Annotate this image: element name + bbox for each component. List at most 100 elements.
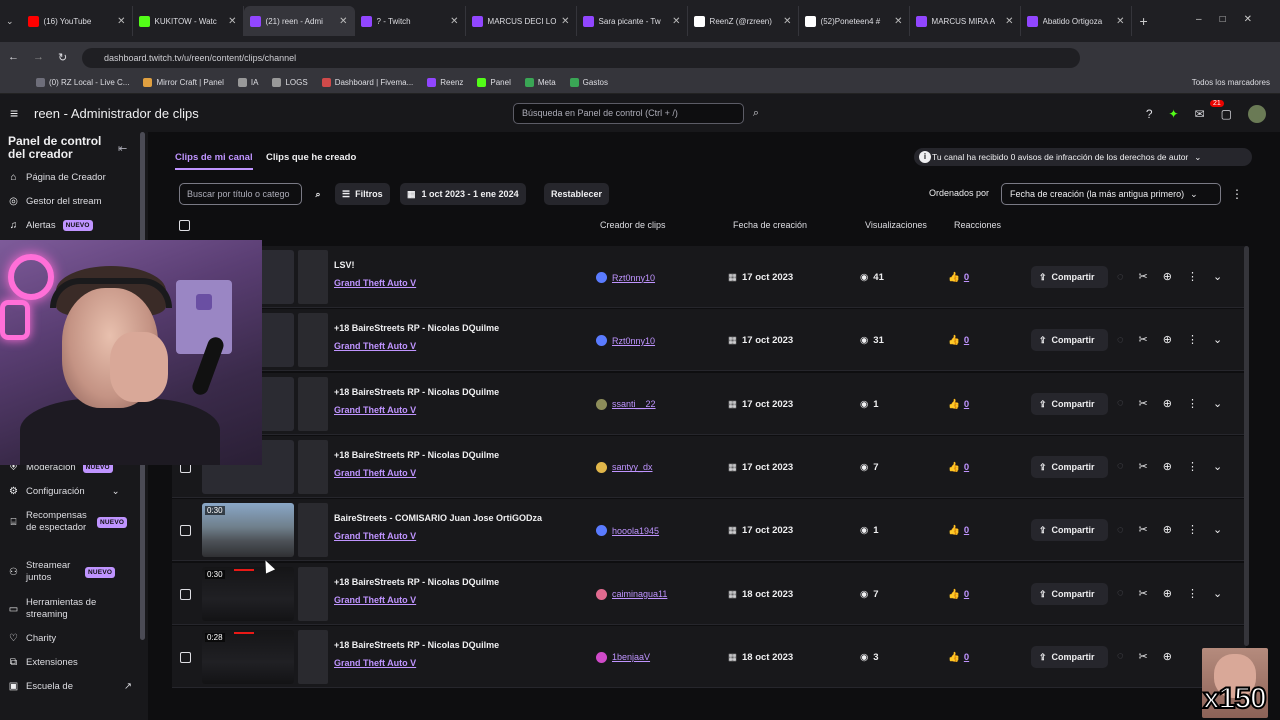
sidebar-item-charity[interactable]: ♡ Charity xyxy=(8,633,56,644)
search-icon[interactable]: ⌕ xyxy=(745,103,767,124)
bookmark-item[interactable]: Dashboard | Fivema... xyxy=(321,78,413,87)
more-options-icon[interactable]: ⋮ xyxy=(1231,187,1243,201)
clip-reactions[interactable]: 👍 0 xyxy=(948,525,969,536)
chevron-down-icon[interactable]: ⌄ xyxy=(1213,333,1222,346)
dashboard-search-input[interactable]: Búsqueda en Panel de control (Ctrl + /) xyxy=(513,103,744,124)
clip-reactions[interactable]: 👍 0 xyxy=(948,462,969,473)
column-header-date[interactable]: Fecha de creación xyxy=(733,220,807,230)
clip-reactions[interactable]: 👍 0 xyxy=(948,399,969,410)
forward-icon[interactable]: → xyxy=(33,51,44,63)
table-row[interactable]: +18 BaireStreets RP - Nicolas DQuilme Gra… xyxy=(172,372,1246,435)
row-checkbox[interactable] xyxy=(180,525,191,537)
plus-circle-icon[interactable]: ⊕ xyxy=(1163,270,1172,283)
scissors-icon[interactable]: ✂ xyxy=(1139,333,1148,346)
close-icon[interactable]: ✕ xyxy=(672,16,680,27)
bookmark-item[interactable]: Reenz xyxy=(427,78,463,87)
close-icon[interactable]: ✕ xyxy=(450,16,458,27)
menu-icon[interactable]: ≡ xyxy=(10,105,24,121)
select-all-checkbox[interactable] xyxy=(179,220,190,231)
reload-icon[interactable]: ↻ xyxy=(58,51,67,64)
plus-circle-icon[interactable]: ⊕ xyxy=(1163,587,1172,600)
browser-tab[interactable]: Sara picante - Tw ✕ xyxy=(577,6,688,36)
column-header-creator[interactable]: Creador de clips xyxy=(600,220,666,230)
close-icon[interactable]: ✕ xyxy=(117,16,125,27)
scissors-icon[interactable]: ✂ xyxy=(1139,397,1148,410)
back-icon[interactable]: ← xyxy=(8,51,19,63)
table-row[interactable]: 0:28 +18 BaireStreets RP - Nicolas DQuilm… xyxy=(172,625,1246,688)
reset-button[interactable]: Restablecer xyxy=(544,183,610,205)
bookmark-item[interactable]: (0) RZ Local - Live C... xyxy=(36,78,129,87)
table-scrollbar[interactable] xyxy=(1244,246,1249,646)
clip-creator[interactable]: caiminagua11 xyxy=(596,588,667,600)
date-range-button[interactable]: ▦ 1 oct 2023 - 1 ene 2024 xyxy=(400,183,526,205)
clip-title[interactable]: BaireStreets - COMISARIO Juan Jose OrtiG… xyxy=(334,513,542,523)
share-button[interactable]: ⇪ Compartir xyxy=(1031,519,1108,542)
chevron-down-icon[interactable]: ⌄ xyxy=(1213,460,1222,473)
column-header-reactions[interactable]: Reacciones xyxy=(954,220,1001,230)
bookmark-item[interactable]: Meta xyxy=(524,78,556,87)
table-row[interactable]: 0:30 +18 BaireStreets RP - Nicolas DQuilm… xyxy=(172,562,1246,625)
more-options-icon[interactable]: ⋮ xyxy=(1187,587,1198,600)
more-options-icon[interactable]: ⋮ xyxy=(1187,333,1198,346)
chevron-down-icon[interactable]: ⌄ xyxy=(1213,523,1222,536)
tab-my-channel-clips[interactable]: Clips de mi canal xyxy=(175,152,253,170)
scissors-icon[interactable]: ✂ xyxy=(1139,650,1148,663)
chevron-down-icon[interactable]: ⌄ xyxy=(1213,587,1222,600)
clip-thumbnail[interactable]: 0:28 xyxy=(202,629,294,684)
clip-reactions[interactable]: 👍 0 xyxy=(948,589,969,600)
chat-icon[interactable]: ▢ xyxy=(1221,107,1232,121)
close-icon[interactable]: ✕ xyxy=(1005,16,1013,27)
filters-button[interactable]: ☰ Filtros xyxy=(335,183,390,205)
clip-title[interactable]: +18 BaireStreets RP - Nicolas DQuilme xyxy=(334,640,499,650)
share-button[interactable]: ⇪ Compartir xyxy=(1031,392,1108,415)
table-row[interactable]: +18 BaireStreets RP - Nicolas DQuilme Gra… xyxy=(172,309,1246,372)
help-icon[interactable]: ? xyxy=(1146,107,1153,121)
close-icon[interactable]: ✕ xyxy=(894,16,902,27)
bookmark-item[interactable]: Panel xyxy=(477,78,511,87)
copyright-notice[interactable]: i Tu canal ha recibido 0 avisos de infrac… xyxy=(914,148,1252,166)
clip-creator[interactable]: santyy_dx xyxy=(596,461,653,473)
plus-circle-icon[interactable]: ⊕ xyxy=(1163,333,1172,346)
sidebar-item-stream-manager[interactable]: ◎ Gestor del stream xyxy=(8,196,101,207)
clip-title[interactable]: +18 BaireStreets RP - Nicolas DQuilme xyxy=(334,450,499,460)
sidebar-item-streaming-tools[interactable]: ▭ Herramientas de streaming xyxy=(8,597,112,621)
more-options-icon[interactable]: ⋮ xyxy=(1187,397,1198,410)
browser-tab[interactable]: MARCUS DECI LO ✕ xyxy=(466,6,577,36)
plus-circle-icon[interactable]: ⊕ xyxy=(1163,650,1172,663)
clip-thumbnail[interactable]: 0:30 xyxy=(202,503,294,558)
plus-circle-icon[interactable]: ⊕ xyxy=(1163,397,1172,410)
chevron-down-icon[interactable]: ⌄ xyxy=(1213,270,1222,283)
browser-tab[interactable]: ReenZ (@rzreen) ✕ xyxy=(688,6,799,36)
browser-tab[interactable]: (16) YouTube ✕ xyxy=(22,6,133,36)
column-header-views[interactable]: Visualizaciones xyxy=(865,220,927,230)
window-controls[interactable]: –□✕ xyxy=(1196,14,1270,25)
search-icon[interactable]: ⌕ xyxy=(309,183,327,205)
game-link[interactable]: Grand Theft Auto V xyxy=(334,341,416,351)
new-tab-button[interactable]: + xyxy=(1140,13,1148,29)
bookmark-item[interactable]: Mirror Craft | Panel xyxy=(143,78,224,87)
row-checkbox[interactable] xyxy=(180,588,191,600)
tab-clips-i-created[interactable]: Clips que he creado xyxy=(266,152,356,163)
close-icon[interactable]: ✕ xyxy=(1116,16,1124,27)
bookmark-item[interactable]: Gastos xyxy=(569,78,608,87)
table-row[interactable]: 0:30 BaireStreets - COMISARIO Juan Jose O… xyxy=(172,499,1246,562)
table-row[interactable]: LSV! Grand Theft Auto V Rzt0nny10 ▦ 17 oct 2… xyxy=(172,246,1246,308)
share-button[interactable]: ⇪ Compartir xyxy=(1031,455,1108,478)
sidebar-item-alerts[interactable]: ♫ Alertas NUEVO xyxy=(8,220,93,231)
scissors-icon[interactable]: ✂ xyxy=(1139,587,1148,600)
clip-creator[interactable]: hooola1945 xyxy=(596,525,659,537)
tab-search-icon[interactable]: ⌄ xyxy=(6,16,14,27)
clip-title[interactable]: +18 BaireStreets RP - Nicolas DQuilme xyxy=(334,577,499,587)
clip-creator[interactable]: 1benjaaV xyxy=(596,651,650,663)
scissors-icon[interactable]: ✂ xyxy=(1139,270,1148,283)
address-bar[interactable]: dashboard.twitch.tv/u/reen/content/clips… xyxy=(82,48,1080,68)
clip-reactions[interactable]: 👍 0 xyxy=(948,335,969,346)
clip-title[interactable]: LSV! xyxy=(334,260,355,270)
avatar[interactable] xyxy=(1248,105,1266,123)
close-icon[interactable]: ✕ xyxy=(228,16,236,27)
game-link[interactable]: Grand Theft Auto V xyxy=(334,531,416,541)
clip-reactions[interactable]: 👍 0 xyxy=(948,652,969,663)
browser-tab[interactable]: (21) reen - Admi ✕ xyxy=(243,6,355,36)
share-button[interactable]: ⇪ Compartir xyxy=(1031,582,1108,605)
sidebar-item-school[interactable]: ▣ Escuela de ↗ xyxy=(8,681,132,692)
